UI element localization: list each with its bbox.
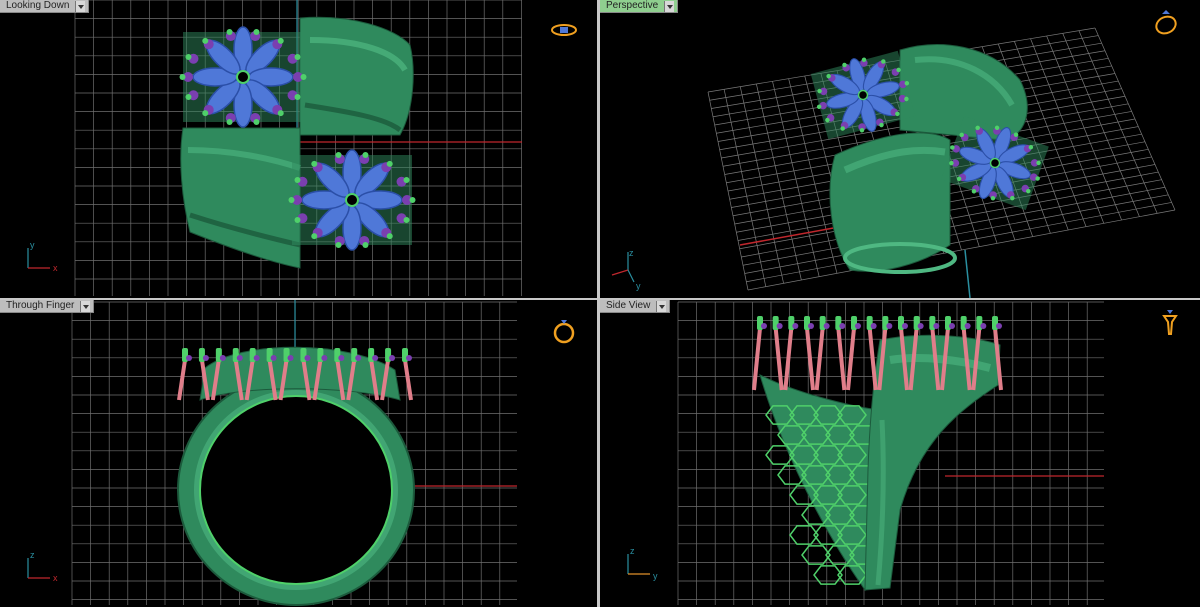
viewport-through-finger[interactable]: z x Through Finger bbox=[0, 300, 597, 607]
perspective-canvas[interactable]: z y bbox=[600, 0, 1200, 298]
looking-down-canvas[interactable]: y x bbox=[0, 0, 597, 298]
axis-indicator: z y bbox=[611, 248, 641, 291]
axis-indicator: z x bbox=[27, 550, 58, 583]
axis-label-x: x bbox=[53, 263, 58, 273]
axis-indicator: y x bbox=[27, 240, 58, 273]
axis-label-y: y bbox=[636, 281, 641, 291]
axis-label-z: z bbox=[30, 550, 35, 560]
axis-label-y: y bbox=[30, 240, 35, 250]
viewport-looking-down[interactable]: y x Looking Down bbox=[0, 0, 597, 298]
viewport-divider-vertical[interactable] bbox=[597, 0, 600, 607]
ring-top-view-icon[interactable] bbox=[550, 16, 578, 44]
viewport-title: Through Finger bbox=[6, 300, 75, 311]
viewport-label-looking-down[interactable]: Looking Down bbox=[0, 0, 90, 13]
dropdown-arrow-icon[interactable] bbox=[664, 0, 675, 12]
viewport-title: Side View bbox=[606, 300, 651, 311]
through-finger-canvas[interactable]: z x bbox=[0, 300, 597, 607]
ring-side-view-icon[interactable] bbox=[1156, 308, 1184, 336]
ring-perspective-icon[interactable] bbox=[1152, 8, 1180, 36]
axis-label-x: x bbox=[53, 573, 58, 583]
dropdown-arrow-icon[interactable] bbox=[656, 300, 667, 312]
viewport-title: Looking Down bbox=[6, 0, 70, 11]
ring-model[interactable] bbox=[179, 16, 416, 269]
axis-label-y: y bbox=[653, 571, 658, 581]
axis-label-z: z bbox=[629, 248, 634, 258]
viewport-label-perspective[interactable]: Perspective bbox=[600, 0, 679, 13]
viewport-title: Perspective bbox=[606, 0, 659, 11]
ring-model[interactable] bbox=[807, 44, 1052, 274]
side-view-canvas[interactable]: z y bbox=[600, 300, 1200, 607]
dropdown-arrow-icon[interactable] bbox=[75, 0, 86, 12]
axis-indicator: z y bbox=[627, 546, 658, 581]
viewport-perspective[interactable]: z y Perspective bbox=[600, 0, 1200, 298]
dropdown-arrow-icon[interactable] bbox=[80, 300, 91, 312]
ring-front-view-icon[interactable] bbox=[550, 316, 578, 344]
axis-label-z: z bbox=[630, 546, 635, 556]
ring-model[interactable] bbox=[752, 316, 1003, 592]
viewport-label-through-finger[interactable]: Through Finger bbox=[0, 300, 95, 313]
y-axis-line bbox=[964, 249, 971, 298]
viewport-divider-horizontal[interactable] bbox=[0, 298, 1200, 300]
viewport-side-view[interactable]: z y Side View bbox=[600, 300, 1200, 607]
viewport-label-side-view[interactable]: Side View bbox=[600, 300, 671, 313]
ring-model[interactable] bbox=[177, 346, 415, 606]
